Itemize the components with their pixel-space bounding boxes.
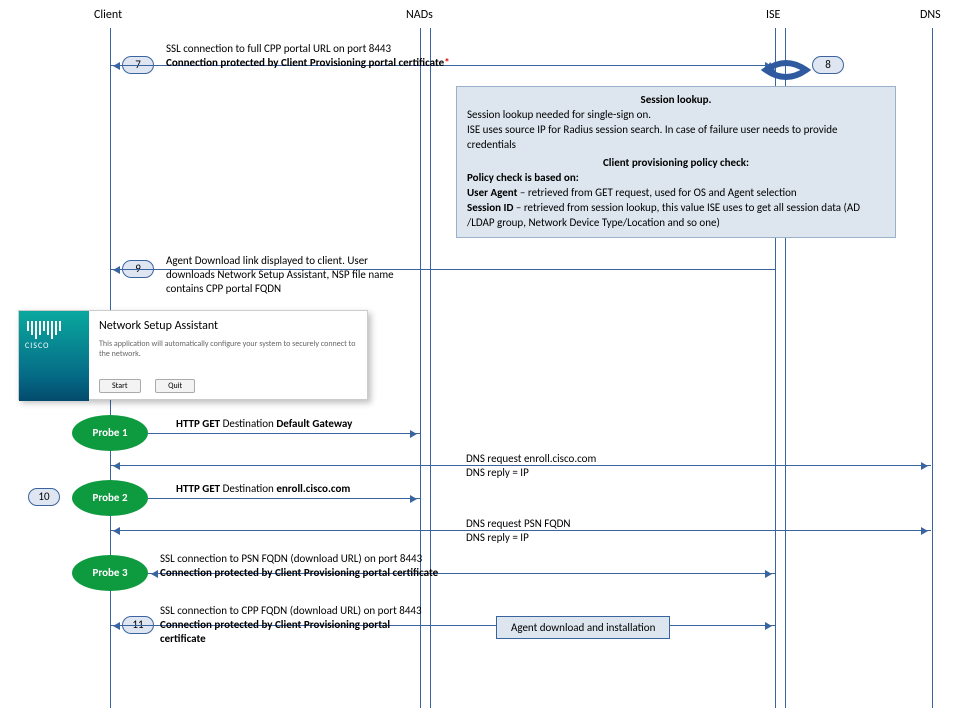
nsa-title: Network Setup Assistant bbox=[99, 319, 359, 333]
probe2-txt: HTTP GET Destination enroll.cisco.com bbox=[176, 482, 350, 496]
msg7: SSL connection to full CPP portal URL on… bbox=[166, 42, 450, 70]
dns1-txt: DNS request enroll.cisco.comDNS reply = … bbox=[466, 452, 596, 480]
life-nads2 bbox=[430, 28, 431, 708]
session-panel: Session lookup. Session lookup needed fo… bbox=[456, 86, 896, 238]
probe-1: Probe 1 bbox=[72, 415, 148, 451]
arrow-p2 bbox=[148, 498, 420, 499]
nsa-start-button[interactable]: Start bbox=[99, 379, 141, 393]
arrow-p1 bbox=[148, 433, 420, 434]
agent-box: Agent download and installation bbox=[496, 616, 670, 639]
cisco-logo: CISCO bbox=[19, 311, 89, 401]
msg9: Agent Download link displayed to client.… bbox=[166, 254, 394, 295]
dns2-txt: DNS request PSN FQDNDNS reply = IP bbox=[466, 517, 571, 545]
hdr-ise: ISE bbox=[766, 8, 780, 22]
life-dns bbox=[932, 28, 933, 708]
probe3-txt: SSL connection to PSN FQDN (download URL… bbox=[160, 552, 438, 580]
probe1-txt: HTTP GET Destination Default Gateway bbox=[176, 417, 352, 431]
hdr-client: Client bbox=[94, 8, 122, 22]
loop-icon bbox=[760, 60, 804, 84]
step-10: 10 bbox=[28, 488, 60, 506]
nsa-quit-button[interactable]: Quit bbox=[155, 379, 195, 393]
hdr-dns: DNS bbox=[920, 8, 941, 22]
hdr-nads: NADs bbox=[406, 8, 433, 22]
msg11: SSL connection to CPP FQDN (download URL… bbox=[160, 604, 422, 645]
probe-2: Probe 2 bbox=[72, 480, 148, 516]
nsa-desc: This application will automatically conf… bbox=[99, 339, 359, 360]
nsa-window: CISCO Network Setup Assistant This appli… bbox=[18, 310, 368, 400]
step-8: 8 bbox=[812, 56, 844, 74]
probe-3: Probe 3 bbox=[72, 555, 148, 591]
